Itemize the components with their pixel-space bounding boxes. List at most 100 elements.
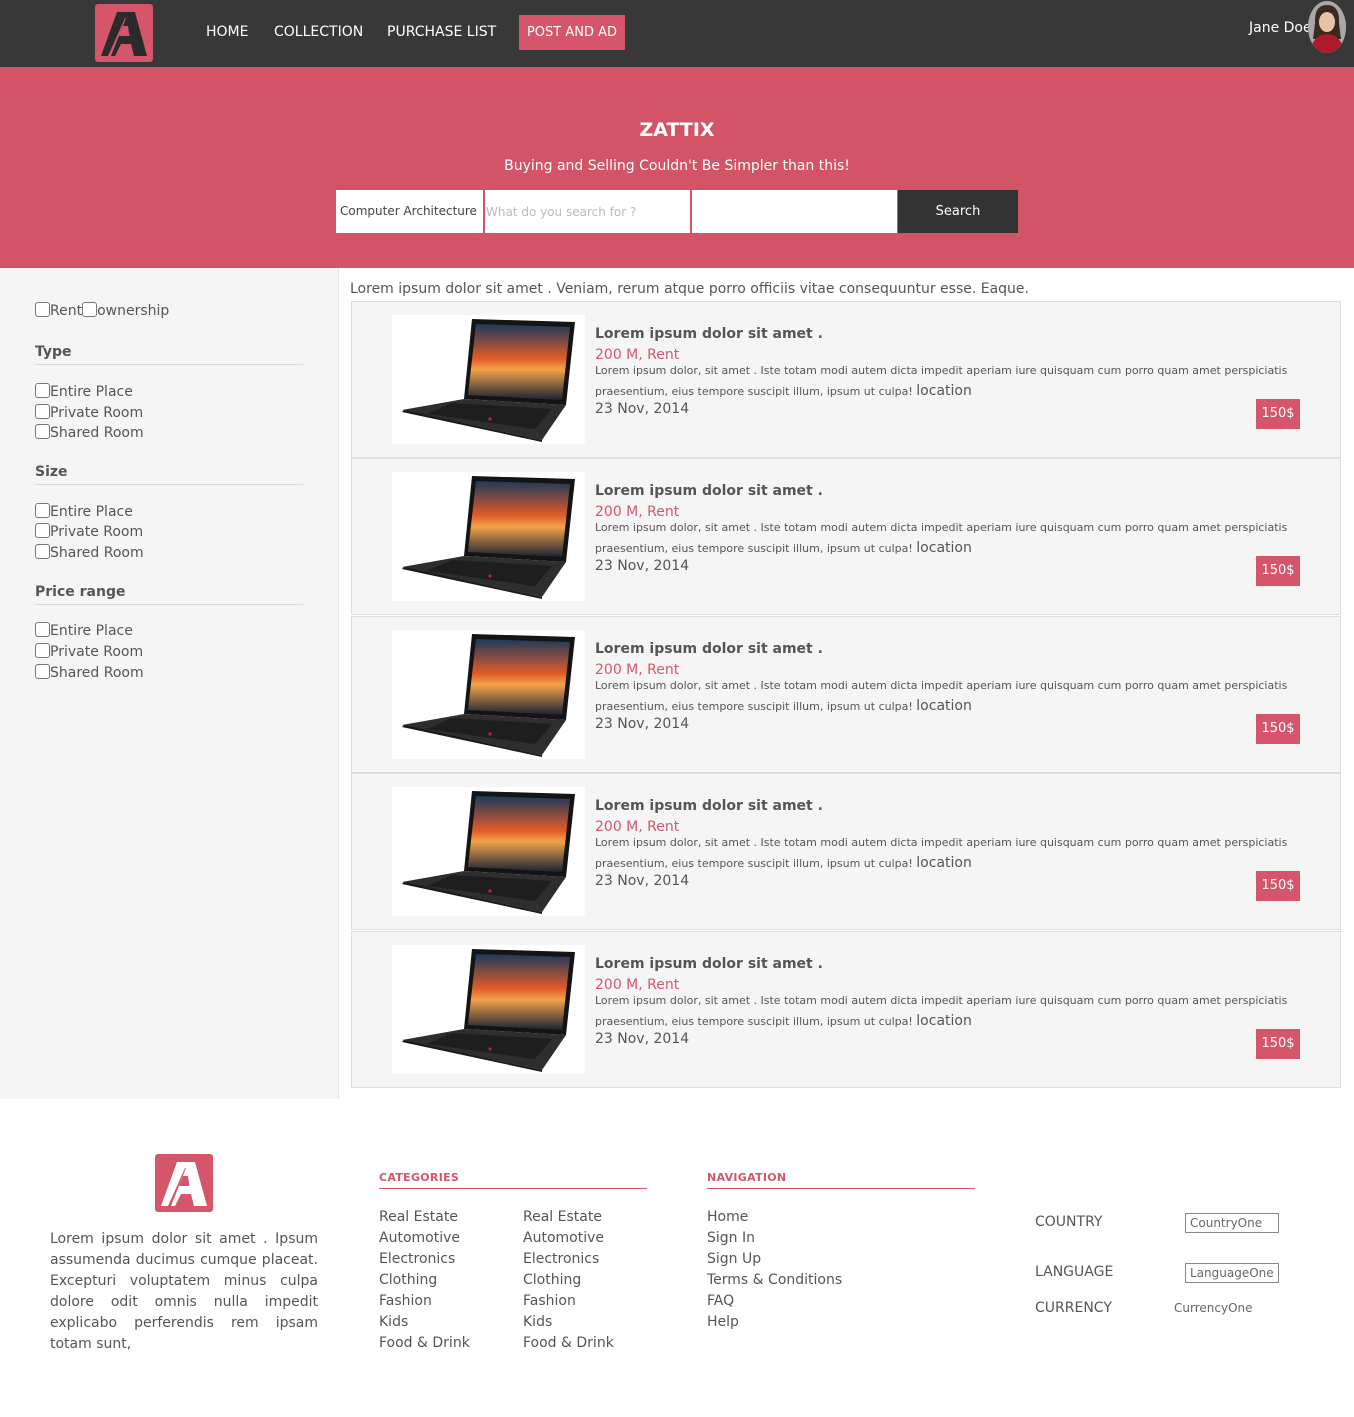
filter-checkbox[interactable] [35,523,50,538]
filter-checkbox[interactable] [35,643,50,658]
filter-checkbox[interactable] [35,622,50,637]
listing-date: 23 Nov, 2014 [595,715,690,732]
filter-option[interactable]: Entire Place [35,622,133,639]
search-button[interactable]: Search [898,190,1018,233]
filter-checkbox[interactable] [35,383,50,398]
filter-title-size: Size [35,464,303,485]
footer-category-link[interactable]: Electronics [523,1249,614,1270]
footer-category-link[interactable]: Electronics [379,1249,470,1270]
categories-heading: CATEGORIES [379,1171,647,1189]
nav-collection[interactable]: COLLECTION [274,24,363,40]
site-title: ZATTIX [639,119,715,141]
listing-title[interactable]: Lorem ipsum dolor sit amet . [595,326,823,342]
filter-option[interactable]: Shared Room [35,664,144,681]
footer-category-link[interactable]: Automotive [523,1228,614,1249]
laptop-image[interactable] [392,944,585,1074]
location-input[interactable] [692,190,897,233]
filter-option[interactable]: Private Room [35,643,143,660]
footer-category-link[interactable]: Clothing [379,1270,470,1291]
listing-description: Lorem ipsum dolor, sit amet . Iste totam… [595,678,1288,714]
listing-description: Lorem ipsum dolor, sit amet . Iste totam… [595,836,1288,872]
user-name[interactable]: Jane Doe [1249,20,1312,36]
listing-card[interactable]: Lorem ipsum dolor sit amet . 200 M, Rent… [351,930,1341,1088]
footer-category-link[interactable]: Clothing [523,1270,614,1291]
footer-nav-link[interactable]: Sign Up [707,1249,842,1270]
footer-category-link[interactable]: Food & Drink [523,1333,614,1354]
filter-sidebar: Rent ownership Type Entire Place Private … [0,268,339,1099]
footer-category-link[interactable]: Automotive [379,1228,470,1249]
footer-nav-link[interactable]: Help [707,1312,842,1333]
listing-location[interactable]: location [916,855,972,871]
footer-nav-link[interactable]: Terms & Conditions [707,1270,842,1291]
language-field[interactable] [1185,1263,1279,1283]
footer-nav-link[interactable]: FAQ [707,1291,842,1312]
listing-date: 23 Nov, 2014 [595,1030,690,1047]
footer-nav-link[interactable]: Sign In [707,1228,842,1249]
listing-price-badge[interactable]: 150$ [1256,1028,1300,1059]
laptop-image[interactable] [392,787,585,917]
nav-purchase-list[interactable]: PURCHASE LIST [387,24,496,40]
filter-option-label: Entire Place [50,623,133,639]
listing-location[interactable]: location [916,698,972,714]
filter-option[interactable]: Private Room [35,523,143,540]
footer-nav-link[interactable]: Home [707,1207,842,1228]
listing-location[interactable]: location [916,540,972,556]
filter-option[interactable]: Private Room [35,404,143,421]
brand-logo-icon[interactable] [95,4,153,62]
filter-option-label: Shared Room [50,665,144,681]
filter-checkbox[interactable] [35,424,50,439]
rent-label: Rent [50,303,83,319]
filter-option[interactable]: Entire Place [35,503,133,520]
brand-logo-icon[interactable] [155,1154,213,1212]
footer-category-link[interactable]: Food & Drink [379,1333,470,1354]
filter-checkbox[interactable] [35,404,50,419]
filter-checkbox[interactable] [35,544,50,559]
currency-value[interactable]: CurrencyOne [1174,1301,1253,1315]
laptop-image[interactable] [392,472,585,602]
listing-title[interactable]: Lorem ipsum dolor sit amet . [595,641,823,657]
footer-category-link[interactable]: Kids [379,1312,470,1333]
footer-category-link[interactable]: Real Estate [523,1207,614,1228]
listing-card[interactable]: Lorem ipsum dolor sit amet . 200 M, Rent… [351,773,1341,931]
user-avatar[interactable] [1308,1,1346,53]
filter-checkbox[interactable] [35,503,50,518]
categories-list: Real Estate Automotive Electronics Clothing… [379,1207,470,1354]
listing-title[interactable]: Lorem ipsum dolor sit amet . [595,956,823,972]
footer-category-link[interactable]: Kids [523,1312,614,1333]
footer-category-link[interactable]: Fashion [379,1291,470,1312]
listing-price-badge[interactable]: 150$ [1256,871,1300,902]
listings-intro: Lorem ipsum dolor sit amet . Veniam, rer… [350,281,1029,297]
listing-location[interactable]: location [916,383,972,399]
country-field[interactable] [1185,1213,1279,1233]
filter-checkbox[interactable] [35,664,50,679]
listing-date: 23 Nov, 2014 [595,401,690,417]
listing-title[interactable]: Lorem ipsum dolor sit amet . [595,483,823,499]
listings-panel: Lorem ipsum dolor sit amet . Veniam, rer… [339,268,1354,1099]
nav-home[interactable]: HOME [206,24,248,40]
footer-navigation-list: Home Sign In Sign Up Terms & Conditions FAQ H… [707,1207,842,1333]
filter-option[interactable]: Entire Place [35,383,133,400]
footer-category-link[interactable]: Fashion [523,1291,614,1312]
listing-title[interactable]: Lorem ipsum dolor sit amet . [595,798,823,814]
listing-card[interactable]: Lorem ipsum dolor sit amet . 200 M, Rent… [351,615,1341,773]
ownership-checkbox[interactable] [82,302,98,317]
listing-location[interactable]: location [916,1013,972,1029]
filter-option-label: Private Room [50,524,144,540]
search-input[interactable] [485,190,690,233]
ownership-label: ownership [97,303,170,319]
laptop-image[interactable] [392,315,585,444]
rent-checkbox[interactable] [35,302,50,317]
hero-banner: ZATTIX Buying and Selling Couldn't Be Si… [0,67,1354,268]
filter-option[interactable]: Shared Room [35,424,144,441]
category-select[interactable]: Computer Architecture [336,190,484,233]
filter-option[interactable]: Shared Room [35,544,144,561]
laptop-image[interactable] [392,629,585,759]
footer-category-link[interactable]: Real Estate [379,1207,470,1228]
listing-price-badge[interactable]: 150$ [1256,713,1300,744]
post-ad-button[interactable]: POST AND AD [519,15,625,50]
listing-card[interactable]: Lorem ipsum dolor sit amet . 200 M, Rent… [351,301,1341,458]
listing-price-badge[interactable]: 150$ [1256,399,1300,429]
top-navbar: HOME COLLECTION PURCHASE LIST POST AND A… [0,0,1354,67]
listing-price-badge[interactable]: 150$ [1256,556,1300,587]
listing-card[interactable]: Lorem ipsum dolor sit amet . 200 M, Rent… [351,458,1341,616]
